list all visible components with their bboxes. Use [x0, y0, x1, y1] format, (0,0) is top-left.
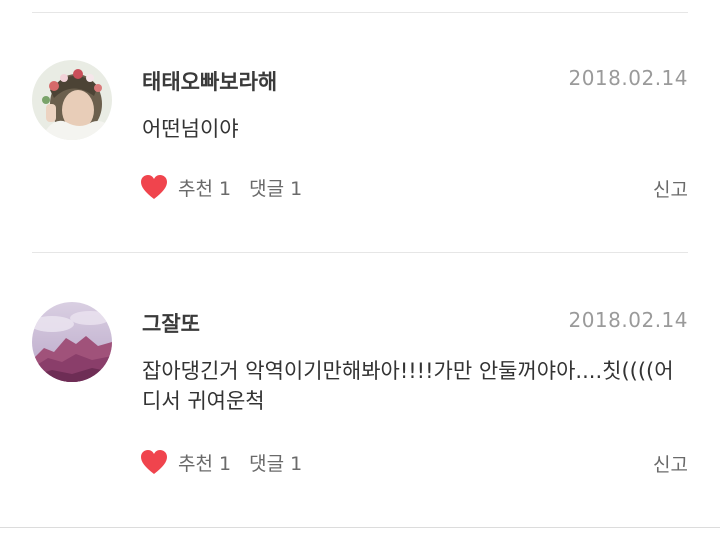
report-button[interactable]: 신고 — [653, 450, 688, 477]
avatar[interactable] — [32, 302, 112, 382]
like-count[interactable]: 추천 1 — [178, 174, 231, 201]
comment-text: 잡아댕긴거 악역이기만해봐아!!!!가만 안둘꺼야아....칫((((어디서 귀… — [142, 359, 674, 413]
divider-bottom — [0, 527, 720, 528]
comment-actions: 추천 1 댓글 1 — [140, 447, 302, 477]
comment-author[interactable]: 그잘또 — [142, 308, 200, 338]
report-button[interactable]: 신고 — [653, 175, 688, 202]
comment-author[interactable]: 태태오빠보라해 — [142, 66, 277, 96]
reply-count[interactable]: 댓글 1 — [249, 449, 302, 476]
reply-count[interactable]: 댓글 1 — [249, 174, 302, 201]
comment-actions: 추천 1 댓글 1 — [140, 172, 302, 202]
avatar-photo-image — [32, 60, 112, 140]
like-count[interactable]: 추천 1 — [178, 449, 231, 476]
heart-icon[interactable] — [140, 449, 168, 475]
comment-date: 2018.02.14 — [568, 66, 688, 90]
heart-icon[interactable] — [140, 174, 168, 200]
comment-text: 어떤넘이야 — [142, 117, 239, 141]
avatar[interactable] — [32, 60, 112, 140]
comment-date: 2018.02.14 — [568, 308, 688, 332]
divider-between-comments — [32, 252, 688, 253]
divider-top — [32, 12, 688, 13]
avatar-mountain-image — [32, 302, 112, 382]
